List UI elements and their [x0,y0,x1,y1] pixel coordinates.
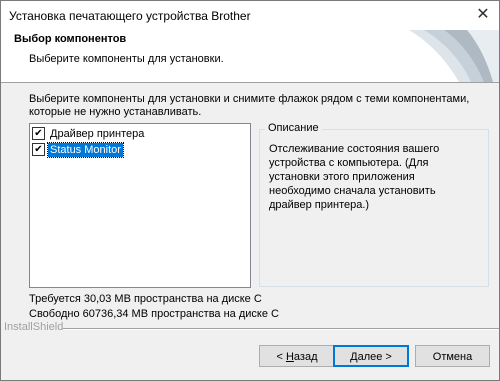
title-bar[interactable]: Установка печатающего устройства Brother… [1,1,499,30]
installer-window: Установка печатающего устройства Brother… [0,0,500,381]
back-prefix: < [276,351,286,363]
component-checkbox[interactable]: ✔ [32,143,45,156]
wizard-header: Выбор компонентов Выберите компоненты дл… [1,30,499,83]
installshield-label: InstallShield [4,321,64,333]
back-button[interactable]: < Назад [259,345,335,367]
component-label: Драйвер принтера [50,127,145,140]
separator [63,328,499,330]
description-text: Отслеживание состояния вашего устройства… [269,143,440,211]
next-button[interactable]: Далее > [333,345,409,367]
space-free: Свободно 60736,34 MB пространства на дис… [29,308,279,320]
list-item[interactable]: ✔ Status Monitor [32,141,124,158]
instructions-text: Выберите компоненты для установки и сним… [29,93,470,118]
next-label: алее > [357,351,392,363]
list-item[interactable]: ✔ Драйвер принтера [32,126,146,141]
description-legend: Описание [265,122,322,134]
page-title: Выбор компонентов [14,33,127,45]
close-icon[interactable]: ✕ [473,5,493,25]
space-required: Требуется 30,03 MB пространства на диске… [29,293,262,305]
components-list[interactable]: ✔ Драйвер принтера ✔ Status Monitor [29,123,251,288]
cancel-button[interactable]: Отмена [415,345,490,367]
component-checkbox[interactable]: ✔ [32,127,45,140]
window-title: Установка печатающего устройства Brother [9,9,251,23]
back-label: азад [293,351,318,363]
page-subtitle: Выберите компоненты для установки. [29,53,224,65]
back-accelerator: Н [285,351,294,363]
component-label: Status Monitor [47,141,124,158]
header-graphic-icon [409,30,499,82]
next-accelerator: Д [350,351,358,363]
